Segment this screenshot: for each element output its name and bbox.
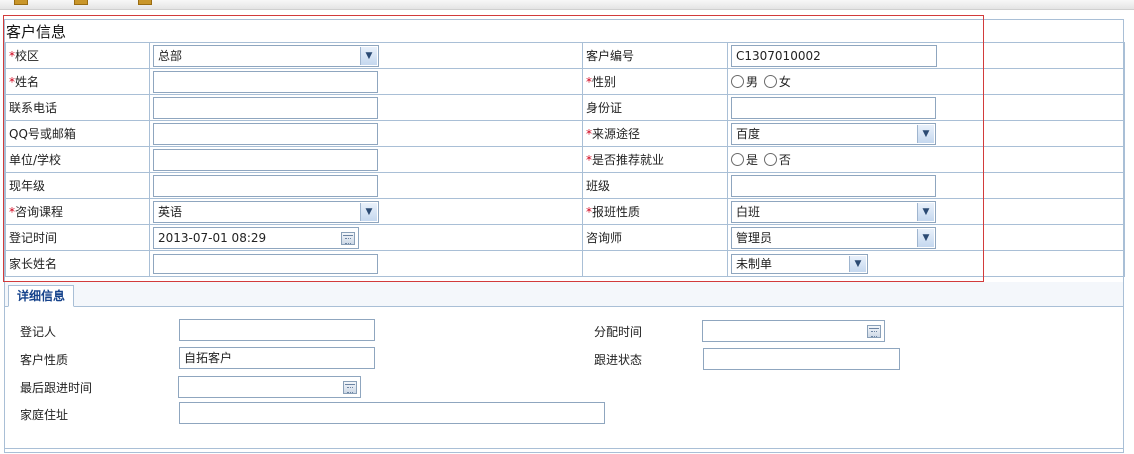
form-row: 单位/学校 *是否推荐就业 是 否 [5,146,1125,173]
label-phone: 联系电话 [5,94,150,121]
chevron-down-icon[interactable]: ▼ [917,124,934,143]
label-id-card: 身份证 [582,94,728,121]
home-address-label: 家庭住址 [20,408,69,422]
parent-name-field[interactable] [153,253,378,274]
chevron-down-icon[interactable]: ▼ [360,46,377,65]
label-qq-email: QQ号或邮箱 [5,120,150,147]
last-follow-time-label: 最后跟进时间 [20,381,93,395]
label-recommend-job: *是否推荐就业 [582,146,728,173]
home-address-field[interactable] [179,402,605,424]
form-row: 登记时间 2013-07-01 08:29 咨询师 管理员 ▼ [5,224,1125,251]
calendar-icon[interactable] [343,381,357,394]
chevron-down-icon[interactable]: ▼ [917,228,934,247]
recommend-no-label: 否 [778,153,791,167]
toolbar [0,0,1134,10]
customer-type-field[interactable]: 自拓客户 [179,347,375,369]
label-name: *姓名 [5,68,150,95]
label-campus: *校区 [5,42,150,69]
label-class: 班级 [582,172,728,199]
form-row: QQ号或邮箱 *来源途径 百度 ▼ [5,120,1125,147]
section-title: 客户信息 [6,23,67,41]
register-time-picker[interactable]: 2013-07-01 08:29 [153,226,359,249]
label-register-time: 登记时间 [5,224,150,251]
label-parent-name: 家长姓名 [5,250,150,277]
form-row: 联系电话 身份证 [5,94,1125,121]
label-grade: 现年级 [5,172,150,199]
phone-field[interactable] [153,96,378,119]
assign-time-label: 分配时间 [594,325,643,339]
toolbar-icon-1[interactable] [14,0,28,5]
enroll-type-select[interactable]: 白班 ▼ [731,200,936,223]
gender-male-label: 男 [746,75,759,89]
qq-email-field[interactable] [153,122,378,145]
registrar-label: 登记人 [20,325,57,339]
divider [5,448,1123,449]
customer-id-field[interactable]: C1307010002 [731,44,937,67]
id-card-field[interactable] [731,96,936,119]
toolbar-icon-2[interactable] [74,0,88,5]
recommend-yes-label: 是 [746,153,759,167]
campus-select[interactable]: 总部 ▼ [153,44,379,67]
form-row: *姓名 *性别 男 女 [5,68,1125,95]
last-follow-time-picker[interactable] [178,376,361,398]
label-gender: *性别 [582,68,728,95]
follow-status-label: 跟进状态 [594,353,643,367]
detail-tab-bar [5,282,1123,307]
employer-school-field[interactable] [153,148,378,171]
order-status-select[interactable]: 未制单 ▼ [731,253,868,274]
toolbar-icon-3[interactable] [138,0,152,5]
label-consultant: 咨询师 [582,224,728,251]
label-employer-school: 单位/学校 [5,146,150,173]
label-course: *咨询课程 [5,198,150,225]
course-select[interactable]: 英语 ▼ [153,200,379,223]
label-empty [582,250,728,277]
chevron-down-icon[interactable]: ▼ [360,202,377,221]
form-row: *咨询课程 英语 ▼ *报班性质 白班 ▼ [5,198,1125,225]
consultant-select[interactable]: 管理员 ▼ [731,226,936,249]
gender-female-radio[interactable] [763,75,777,88]
recommend-yes-radio[interactable] [731,153,744,166]
class-field[interactable] [731,174,936,197]
customer-type-label: 客户性质 [20,353,69,367]
form-row: 现年级 班级 [5,172,1125,199]
chevron-down-icon[interactable]: ▼ [917,202,934,221]
customer-info-form: *校区 总部 ▼ 客户编号 C1307010002 *姓名 *性别 男 女 联系电… [5,42,1125,277]
calendar-icon[interactable] [867,325,881,338]
assign-time-picker[interactable] [702,320,885,342]
recommend-no-radio[interactable] [763,153,777,166]
form-row: *校区 总部 ▼ 客户编号 C1307010002 [5,42,1125,69]
tab-detail-info[interactable]: 详细信息 [8,285,75,307]
follow-status-field[interactable] [703,348,900,370]
calendar-icon[interactable] [341,231,355,245]
form-row: 家长姓名 未制单 ▼ [5,250,1125,277]
label-source: *来源途径 [582,120,728,147]
registrar-field[interactable] [179,319,375,341]
name-field[interactable] [153,70,378,93]
gender-male-radio[interactable] [731,75,744,88]
source-select[interactable]: 百度 ▼ [731,122,936,145]
chevron-down-icon[interactable]: ▼ [849,255,866,272]
label-customer-id: 客户编号 [582,42,728,69]
label-enroll-type: *报班性质 [582,198,728,225]
gender-female-label: 女 [778,75,791,89]
grade-field[interactable] [153,174,378,197]
